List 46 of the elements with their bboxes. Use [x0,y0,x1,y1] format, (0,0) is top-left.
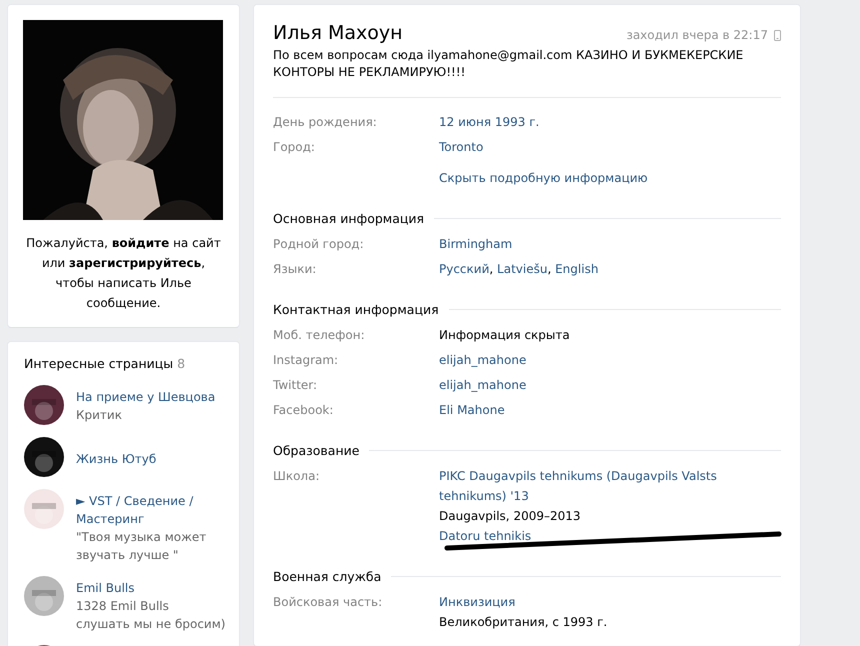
login-prompt: Пожалуйста, войдите на сайт или зарегистрируйтесь, чтобы написать Илье сообщение. [25,235,222,312]
field-label: День рождения: [273,115,377,129]
field-label: Языки: [273,262,316,276]
section-title: Интересные страницы [24,356,174,371]
field-label: Instagram: [273,353,338,367]
field-value: Информация скрыта [439,328,570,342]
field-link[interactable]: Eli Mahone [439,400,505,420]
field-link[interactable]: Birmingham [439,234,512,254]
field-link[interactable]: English [555,259,598,279]
page-description: "Твоя музыка может звучать лучше " [76,529,208,564]
field-link[interactable]: Datoru tehnikis [439,526,532,546]
field-value: Великобритания, с 1993 г. [439,615,608,629]
page-link[interactable]: Emil Bulls [76,579,226,597]
field-label: Twitter: [273,378,318,392]
field-value: Daugavpils, 2009–2013 [439,509,581,523]
field-link[interactable]: Скрыть подробную информацию [439,168,648,188]
field-link[interactable]: PIKC Daugavpils tehnikums (Daugavpils Valsts tehnikums) '13 [439,466,781,506]
section-title: Основная информация [273,210,424,226]
field-link[interactable]: Инквизиция [439,592,516,612]
field-label: Родной город: [273,237,364,251]
field-value: , [547,262,552,276]
field-link[interactable]: elijah_mahone [439,375,526,395]
field-link[interactable]: elijah_mahone [439,350,526,370]
page-description: Критик [76,407,123,424]
field-label: Школа: [273,469,320,483]
status-text: По всем вопросам сюда ilyamahone@gmail.com КАЗИНО И БУКМЕКЕРСКИЕ КОНТОРЫ НЕ РЕКЛАМИРУЮ!!!! [273,47,781,98]
field-link[interactable]: Русский [439,259,490,279]
section-title: Военная служба [273,568,382,584]
page-description: 1328 Emil Bulls слушать мы не бросим) [76,598,226,633]
field-label: Войсковая часть: [273,595,382,609]
field-label: Facebook: [273,403,334,417]
page-count: 8 [177,356,186,371]
phone-icon [774,30,781,40]
section-title: Контактная информация [273,302,439,316]
page-link[interactable]: Жизнь Ютуб [76,450,226,468]
field-link[interactable]: Latviešu [497,259,548,279]
section-title: Образование [273,442,360,458]
field-label: Моб. телефон: [273,328,365,342]
page-link[interactable]: На приеме у Шевцова [76,388,226,406]
last-seen: заходил вчера в 22:17 [626,28,768,42]
profile-name: Илья Махоун [273,22,403,44]
field-link[interactable]: Toronto [439,137,484,157]
field-link[interactable]: 12 июня 1993 г. [439,112,540,132]
field-value: , [489,262,494,276]
field-label: Город: [273,140,315,154]
page-link[interactable]: ► VST / Сведение / Мастеринг [76,492,226,528]
